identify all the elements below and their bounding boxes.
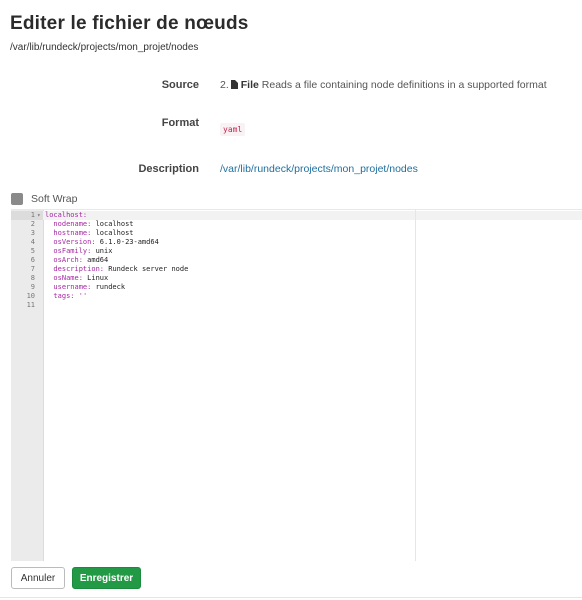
code-line[interactable]: 5 osFamily: unix <box>11 247 582 256</box>
code-line[interactable]: 10 tags: '' <box>11 292 582 301</box>
code-line[interactable]: 4 osVersion: 6.1.0-23-amd64 <box>11 238 582 247</box>
yaml-value: Linux <box>82 274 109 282</box>
line-number: 6 <box>30 256 35 264</box>
yaml-value: localhost <box>91 220 134 228</box>
description-link[interactable]: /var/lib/rundeck/projects/mon_projet/nod… <box>220 163 418 175</box>
line-number: 11 <box>26 301 35 309</box>
format-label: Format <box>161 117 199 129</box>
code-text: tags: '' <box>45 292 87 301</box>
source-description: Reads a file containing node definitions… <box>261 79 547 91</box>
cancel-button[interactable]: Annuler <box>11 567 65 589</box>
fold-icon[interactable]: ▾ <box>37 211 41 220</box>
yaml-key: username: <box>45 283 92 291</box>
yaml-value: amd64 <box>82 256 109 264</box>
code-line[interactable]: 1 ▾ localhost: <box>11 211 582 220</box>
code-line[interactable]: 9 username: rundeck <box>11 283 582 292</box>
source-label: Source <box>161 79 199 91</box>
line-number: 8 <box>30 274 35 282</box>
code-text: localhost: <box>45 211 87 220</box>
source-value: 2. File Reads a file containing node defi… <box>220 79 547 91</box>
yaml-key: osFamily: <box>45 247 92 255</box>
yaml-value: 6.1.0-23-amd64 <box>95 238 159 246</box>
save-button[interactable]: Enregistrer <box>72 567 141 589</box>
yaml-key: hostname: <box>45 229 92 237</box>
line-number: 2 <box>30 220 35 228</box>
yaml-key: nodename: <box>45 220 92 228</box>
yaml-value: '' <box>74 292 88 300</box>
code-line[interactable]: 3 hostname: localhost <box>11 229 582 238</box>
line-number: 10 <box>26 292 35 300</box>
code-line[interactable]: 2 nodename: localhost <box>11 220 582 229</box>
line-number: 5 <box>30 247 35 255</box>
file-icon <box>230 80 238 89</box>
code-editor[interactable]: 1 ▾ localhost: 2 nodename: localhost 3 hostn… <box>11 209 582 561</box>
code-line[interactable]: 8 osName: Linux <box>11 274 582 283</box>
yaml-value: Rundeck server node <box>104 265 189 273</box>
source-number: 2. <box>220 79 229 91</box>
code-text: username: rundeck <box>45 283 125 292</box>
format-value: yaml <box>220 123 246 136</box>
description-label: Description <box>138 163 199 175</box>
code-text: hostname: localhost <box>45 229 134 238</box>
code-text: nodename: localhost <box>45 220 134 229</box>
yaml-key: description: <box>45 265 105 273</box>
code-text: osVersion: 6.1.0-23-amd64 <box>45 238 159 247</box>
line-number: 7 <box>30 265 35 273</box>
code-text: description: Rundeck server node <box>45 265 188 274</box>
yaml-value: localhost <box>91 229 134 237</box>
code-line[interactable]: 6 osArch: amd64 <box>11 256 582 265</box>
line-number: 9 <box>30 283 35 291</box>
yaml-key: osName: <box>45 274 83 282</box>
page-title: Editer le fichier de nœuds <box>10 13 249 34</box>
softwrap-checkbox[interactable] <box>11 193 23 205</box>
code-text: osFamily: unix <box>45 247 112 256</box>
yaml-key: tags: <box>45 292 75 300</box>
file-path: /var/lib/rundeck/projects/mon_projet/nod… <box>10 42 199 53</box>
yaml-key: osArch: <box>45 256 83 264</box>
code-line[interactable]: 7 description: Rundeck server node <box>11 265 582 274</box>
code-text: osName: Linux <box>45 274 108 283</box>
yaml-key: osVersion: <box>45 238 96 246</box>
line-number: 4 <box>30 238 35 246</box>
line-number: 3 <box>30 229 35 237</box>
softwrap-toggle[interactable]: Soft Wrap <box>11 193 78 205</box>
yaml-value: unix <box>91 247 113 255</box>
code-text: osArch: amd64 <box>45 256 108 265</box>
code-line[interactable]: 11 <box>11 301 582 310</box>
yaml-value: rundeck <box>91 283 126 291</box>
divider <box>0 597 582 598</box>
yaml-key: localhost: <box>45 211 88 219</box>
source-type: File <box>240 79 259 91</box>
line-number: 1 <box>30 211 35 219</box>
softwrap-label: Soft Wrap <box>31 193 78 205</box>
